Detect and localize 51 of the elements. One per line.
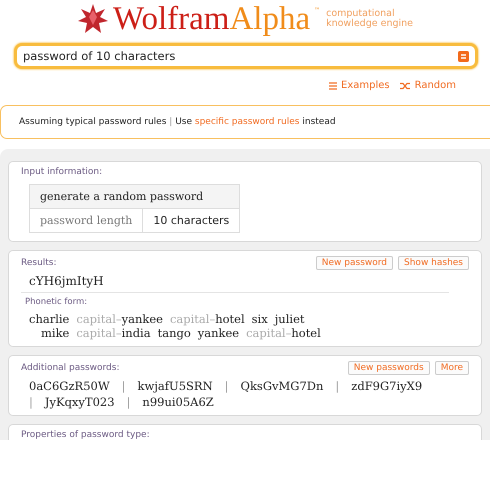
phonetic-word: six: [252, 312, 268, 326]
pod-title: Input information:: [21, 167, 102, 177]
random-link[interactable]: Random: [400, 80, 456, 91]
list-icon: [329, 82, 337, 90]
password-text: cYH6jmItyH: [21, 270, 449, 293]
phonetic-prefix: capital–: [76, 326, 122, 340]
phonetic-word: hotel: [291, 326, 321, 340]
password-text: zdF9G7iyX9: [351, 379, 422, 393]
table-cell: password length: [30, 208, 143, 232]
equals-button-icon[interactable]: [458, 50, 469, 62]
table-cell: 10 characters: [142, 208, 240, 232]
pod-button[interactable]: New passwords: [348, 361, 430, 375]
star-logo-icon: [76, 3, 109, 35]
table-header: generate a random password: [30, 184, 240, 208]
shuffle-icon: [400, 82, 411, 90]
separator: |: [122, 379, 126, 393]
tagline: computational: [326, 9, 395, 19]
password-text: n99ui05A6Z: [142, 395, 214, 409]
separator: |: [126, 395, 130, 409]
password-text: QksGvMG7Dn: [240, 379, 324, 393]
assumption-text: Assuming typical password rules | Use specific password rules instead: [19, 117, 336, 127]
phonetic-word: charlie: [29, 312, 70, 326]
pod-button[interactable]: Show hashes: [398, 256, 469, 270]
phonetic-word: hotel: [215, 312, 245, 326]
pod-button[interactable]: New password: [316, 256, 394, 270]
phonetic-prefix: capital–: [246, 326, 292, 340]
phonetic-word: mike: [41, 326, 70, 340]
phonetic-word: juliet: [274, 312, 304, 326]
password-text: JyKqxyT023: [44, 395, 115, 409]
pod-button[interactable]: More: [434, 361, 469, 375]
password-text: kwjafU5SRN: [138, 379, 213, 393]
password-text: 0aC6GzR50W: [29, 379, 110, 393]
pod-title: Results:: [21, 258, 57, 268]
separator: |: [335, 379, 340, 393]
rules-link[interactable]: specific password rules: [194, 117, 300, 127]
separator: |: [224, 379, 229, 393]
subpod-title: Phonetic form:: [24, 296, 88, 309]
phonetic-word: yankee: [198, 326, 240, 340]
separator: |: [29, 395, 33, 409]
phonetic-word: india: [122, 326, 151, 340]
phonetic-word: tango: [158, 326, 191, 340]
pod-title: Properties of password type:: [21, 430, 150, 440]
phonetic-word: yankee: [122, 312, 163, 326]
search-field[interactable]: password of 10 characters: [14, 43, 478, 69]
phonetic-prefix: capital–: [170, 312, 216, 326]
phonetic-prefix: capital–: [76, 312, 122, 326]
logo-text: Alpha: [229, 2, 310, 36]
examples-link[interactable]: Examples: [329, 80, 390, 91]
pod-title: Additional passwords:: [21, 363, 120, 373]
tagline: knowledge engine: [326, 19, 414, 29]
logo-text: Wolfram: [112, 2, 230, 36]
